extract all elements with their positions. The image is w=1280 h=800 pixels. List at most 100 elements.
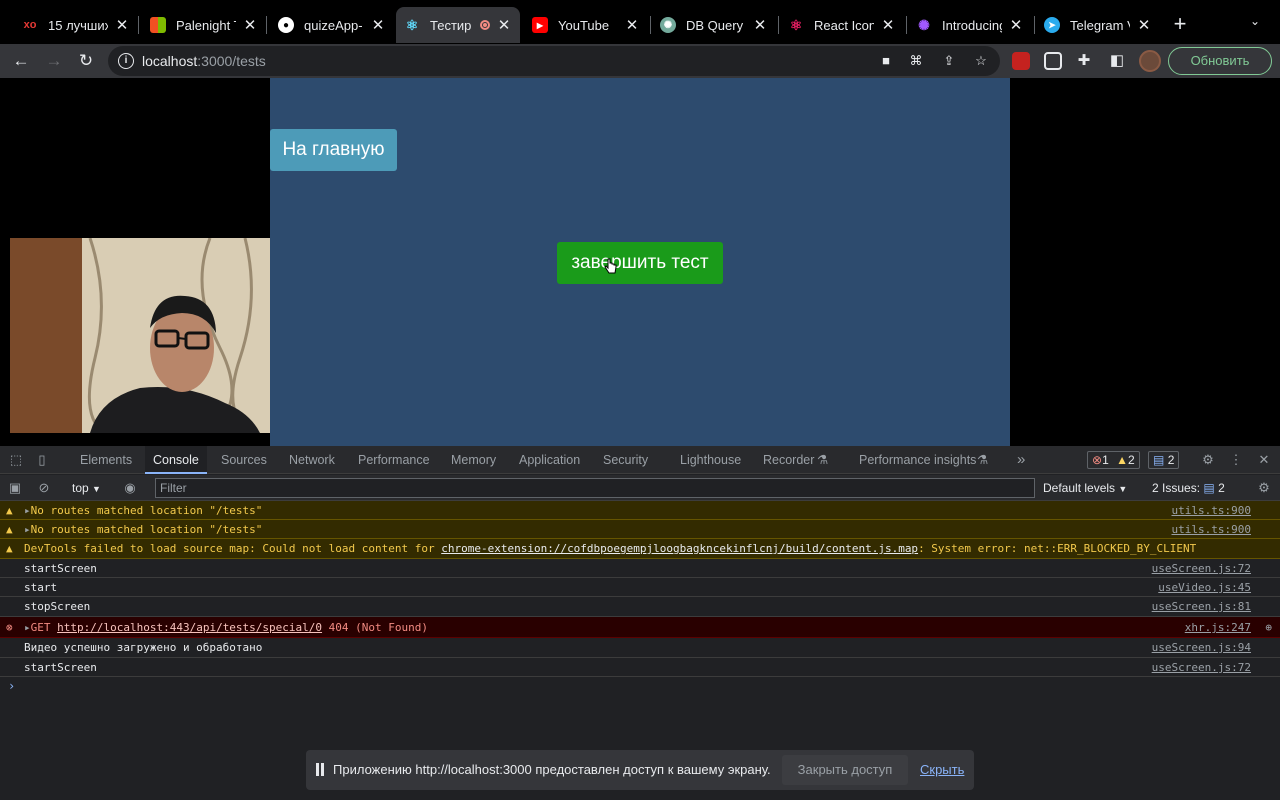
source-link[interactable]: utils.ts:900 (1172, 501, 1251, 520)
tab-search-icon[interactable]: ⌄ (1250, 14, 1266, 34)
source-link[interactable]: useScreen.js:72 (1152, 559, 1251, 578)
browser-tab[interactable]: ⚛ React Icon ✕ (780, 7, 904, 43)
more-tabs-chevron-icon[interactable]: » (1017, 446, 1025, 474)
warning-icon: ▲ (6, 542, 13, 555)
console-message: ▲ ▸No routes matched location "/tests" u… (0, 520, 1280, 539)
close-tab-icon[interactable]: ✕ (1008, 16, 1024, 34)
expand-arrow-icon[interactable]: ▸ (24, 523, 31, 536)
hide-share-bar-link[interactable]: Скрыть (920, 762, 964, 777)
context-selector[interactable]: top ▼ (72, 475, 101, 501)
reload-button[interactable]: ↻ (74, 49, 98, 73)
translate-icon[interactable]: ⌘ (908, 53, 924, 69)
camera-icon[interactable]: ■ (878, 53, 894, 69)
browser-tab[interactable]: xo 15 лучших ✕ (14, 7, 138, 43)
new-tab-button[interactable]: + (1170, 12, 1190, 36)
forward-button[interactable]: → (42, 49, 66, 73)
console-prompt-icon[interactable]: › (8, 679, 15, 693)
stop-sharing-button[interactable]: Закрыть доступ (782, 755, 908, 785)
devtools-tab-sources[interactable]: Sources (221, 446, 267, 474)
kebab-menu-icon[interactable]: ⋮ (1228, 452, 1244, 468)
site-info-icon[interactable]: i (118, 53, 134, 69)
extension-icon[interactable] (1044, 52, 1062, 70)
devtools-tab-security[interactable]: Security (603, 446, 648, 474)
sourcemap-link[interactable]: chrome-extension://cofdbpoegempjloogbagk… (441, 542, 918, 555)
close-tab-icon[interactable]: ✕ (370, 16, 386, 34)
tab-divider (650, 16, 651, 34)
recording-icon (480, 20, 490, 30)
extensions-puzzle-icon[interactable]: ✚ (1072, 49, 1096, 73)
browser-tab[interactable]: ➤ Telegram V ✕ (1036, 7, 1160, 43)
source-link[interactable]: utils.ts:900 (1172, 520, 1251, 539)
tab-divider (778, 16, 779, 34)
devtools-tab-elements[interactable]: Elements (80, 446, 132, 474)
openai-icon: ✺ (918, 16, 930, 33)
close-tab-icon[interactable]: ✕ (752, 16, 768, 34)
settings-gear-icon[interactable]: ⚙ (1200, 452, 1216, 468)
home-button[interactable]: На главную (270, 129, 397, 171)
sidebar-toggle-icon[interactable]: ▣ (7, 480, 23, 496)
share-status-text: Приложению http://localhost:3000 предост… (333, 762, 771, 777)
source-link[interactable]: useVideo.js:45 (1158, 578, 1251, 597)
browser-tab-active[interactable]: ⚛ Тестир ✕ (396, 7, 520, 43)
browser-tab[interactable]: ● quizeApp- ✕ (270, 7, 394, 43)
react-icons-icon: ⚛ (789, 16, 803, 33)
devtools-tab-lighthouse[interactable]: Lighthouse (680, 446, 741, 474)
messages-counter[interactable]: ▤ 2 (1148, 451, 1180, 469)
browser-tab[interactable]: ✺ Introducing ✕ (908, 7, 1032, 43)
profile-avatar[interactable] (1139, 50, 1161, 72)
console-toolbar: ▣ ⊘ top ▼ ◉ Default levels ▼ 2 Issues: ▤… (0, 475, 1280, 501)
close-tab-icon[interactable]: ✕ (1136, 16, 1152, 34)
devtools-tab-application[interactable]: Application (519, 446, 580, 474)
browser-tab[interactable]: ✺ DB Query v ✕ (652, 7, 776, 43)
device-toolbar-icon[interactable]: ▯ (34, 452, 50, 468)
share-icon[interactable]: ⇪ (941, 53, 957, 69)
back-button[interactable]: ← (9, 49, 33, 73)
source-link[interactable]: useScreen.js:94 (1152, 638, 1251, 658)
close-tab-icon[interactable]: ✕ (624, 16, 640, 34)
side-panel-icon[interactable]: ◧ (1105, 49, 1129, 73)
inspect-element-icon[interactable]: ⬚ (8, 452, 24, 468)
devtools-tab-performance[interactable]: Performance (358, 446, 430, 474)
bookmark-star-icon[interactable]: ☆ (973, 53, 989, 69)
close-tab-icon[interactable]: ✕ (496, 16, 512, 34)
devtools-tab-memory[interactable]: Memory (451, 446, 496, 474)
extension-icon[interactable] (1012, 52, 1030, 70)
devtools-tabbar: ⬚ ▯ Elements Console Sources Network Per… (0, 446, 1280, 474)
close-tab-icon[interactable]: ✕ (880, 16, 896, 34)
devtools-tab-performance-insights[interactable]: Performance insights (859, 446, 976, 474)
expand-arrow-icon[interactable]: ▸ (24, 504, 31, 517)
console-filter-input[interactable] (155, 478, 1035, 498)
expand-arrow-icon[interactable]: ▸ (24, 621, 31, 634)
update-button[interactable]: Обновить (1168, 47, 1272, 75)
issues-counter[interactable]: ⊗1 ▲2 (1087, 451, 1140, 469)
log-levels-dropdown[interactable]: Default levels ▼ (1043, 475, 1127, 501)
console-message: ▲ DevTools failed to load source map: Co… (0, 539, 1280, 559)
browser-tab[interactable]: ▶ YouTube ✕ (524, 7, 648, 43)
devtools-tab-console[interactable]: Console (145, 446, 207, 474)
finish-test-button[interactable]: завершить тест (557, 242, 723, 284)
close-devtools-icon[interactable]: ✕ (1256, 452, 1272, 468)
clear-console-icon[interactable]: ⊘ (36, 480, 52, 496)
issues-button[interactable]: 2 Issues: ▤ 2 (1152, 475, 1225, 501)
telegram-icon: ➤ (1044, 17, 1060, 33)
browser-tab[interactable]: Palenight T ✕ (142, 7, 266, 43)
close-tab-icon[interactable]: ✕ (114, 16, 130, 34)
tab-divider (138, 16, 139, 34)
dropdown-caret-icon: ▼ (92, 484, 101, 494)
eye-icon[interactable]: ◉ (122, 480, 138, 496)
source-link[interactable]: useScreen.js:72 (1152, 658, 1251, 677)
dropdown-caret-icon: ▼ (1118, 484, 1128, 494)
address-bar[interactable]: i localhost:3000/tests ■ ⌘ ⇪ ☆ (108, 46, 1000, 76)
warning-icon: ▲ (6, 504, 13, 517)
devtools-tab-recorder[interactable]: Recorder (763, 446, 814, 474)
network-request-icon[interactable]: ⊕ (1265, 617, 1272, 638)
drag-handle-icon[interactable] (316, 763, 324, 776)
request-url-link[interactable]: http://localhost:443/api/tests/special/0 (57, 621, 322, 634)
close-tab-icon[interactable]: ✕ (242, 16, 258, 34)
devtools-tab-network[interactable]: Network (289, 446, 335, 474)
console-message: startScreen useScreen.js:72 (0, 559, 1280, 578)
console-message: Видео успешно загружено и обработано use… (0, 638, 1280, 658)
source-link[interactable]: useScreen.js:81 (1152, 597, 1251, 617)
console-settings-gear-icon[interactable]: ⚙ (1256, 480, 1272, 496)
source-link[interactable]: xhr.js:247 (1185, 617, 1251, 638)
